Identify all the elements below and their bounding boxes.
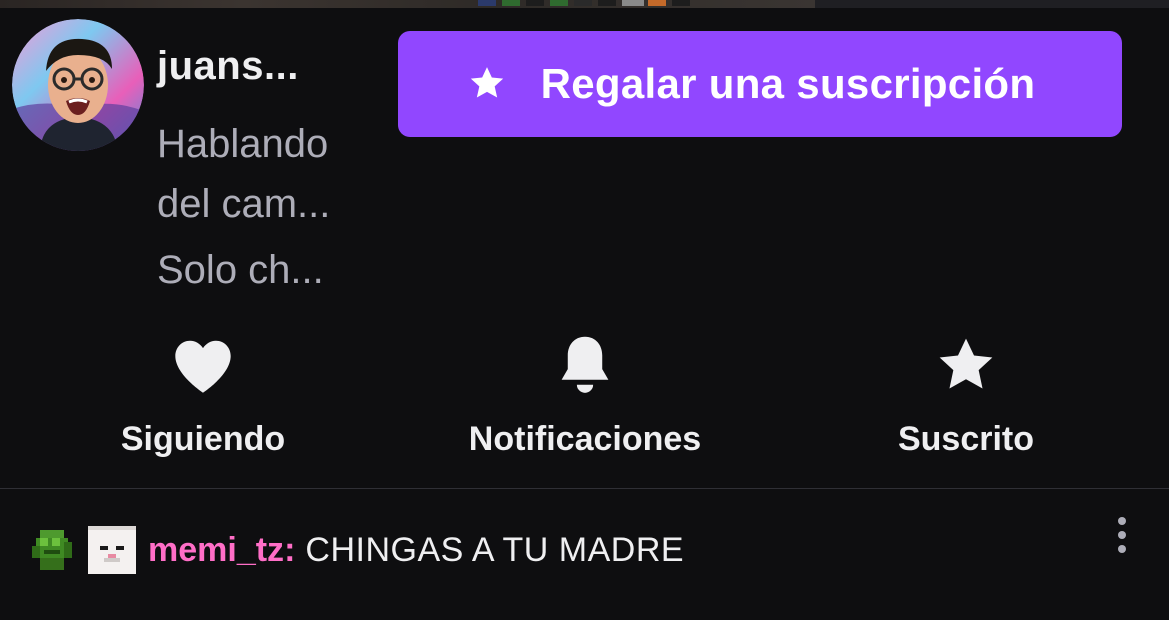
stream-title: Hablando del cam... [157, 122, 331, 226]
follow-label: Siguiendo [120, 420, 286, 458]
divider [0, 488, 1169, 489]
more-vertical-icon [1118, 517, 1126, 553]
notifications-button[interactable]: Notificaciones [444, 330, 726, 460]
channel-panel: juans... Hablando del cam... Solo ch... … [0, 0, 1169, 620]
star-icon [470, 63, 507, 106]
chat-message-text: CHINGAS A TU MADRE [305, 530, 685, 569]
stream-category[interactable]: Solo ch... [157, 240, 324, 300]
notifications-label: Notificaciones [468, 420, 702, 458]
star-icon [934, 330, 998, 400]
chat-separator: : [284, 530, 296, 569]
chat-message: memi_tz: CHINGAS A TU MADRE [28, 520, 684, 580]
video-edge [0, 0, 1169, 8]
bell-icon [555, 330, 615, 400]
heart-icon [171, 330, 235, 400]
gift-subscription-label: Regalar una suscripción [540, 60, 1036, 107]
follow-button[interactable]: Siguiendo [103, 330, 303, 460]
more-options-button[interactable] [1108, 512, 1136, 560]
subscribed-label: Suscrito [897, 420, 1035, 458]
gift-subscription-button[interactable]: Regalar una suscripción [398, 31, 1122, 137]
subscribed-button[interactable]: Suscrito [876, 330, 1056, 460]
chat-username[interactable]: memi_tz [148, 531, 284, 570]
channel-name[interactable]: juans... [157, 44, 299, 89]
green-fist-badge-icon[interactable] [28, 526, 76, 574]
white-face-badge-icon[interactable] [88, 526, 136, 574]
channel-avatar[interactable] [12, 19, 144, 151]
